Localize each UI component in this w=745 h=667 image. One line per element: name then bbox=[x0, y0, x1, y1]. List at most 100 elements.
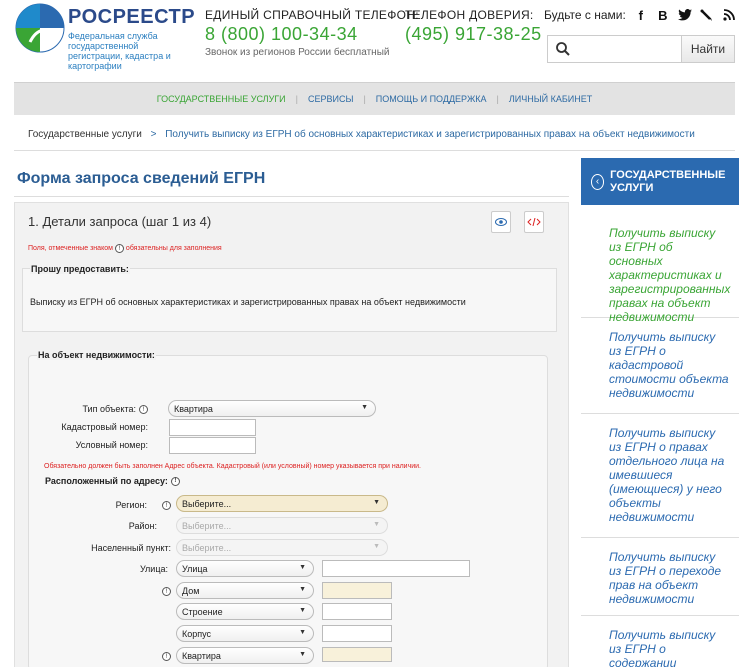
building-type-value: Строение bbox=[182, 606, 223, 617]
corpus-type-value: Корпус bbox=[182, 628, 212, 639]
conditional-number-label: Условный номер: bbox=[75, 440, 148, 450]
address-heading: Расположенный по адресу: ! bbox=[45, 476, 180, 486]
brand: РОСРЕЕСТР Федеральная служба государстве… bbox=[68, 6, 195, 71]
nav-item-public-services[interactable]: ГОСУДАРСТВЕННЫЕ УСЛУГИ bbox=[147, 94, 296, 104]
sidebar-heading[interactable]: ‹ ГОСУДАРСТВЕННЫЕ УСЛУГИ bbox=[581, 158, 739, 205]
chevron-down-icon: ▼ bbox=[299, 564, 306, 571]
sidebar-item-rights-transfer[interactable]: Получить выписку из ЕГРН о переходе прав… bbox=[581, 538, 739, 616]
apartment-number-input[interactable] bbox=[322, 647, 392, 662]
breadcrumb-divider bbox=[14, 150, 735, 151]
building-number-input[interactable] bbox=[322, 603, 392, 620]
chevron-down-icon: ▼ bbox=[299, 607, 306, 614]
apartment-info-icon[interactable]: ! bbox=[162, 652, 171, 661]
chevron-down-icon: ▼ bbox=[373, 543, 380, 550]
helpline-label: ЕДИНЫЙ СПРАВОЧНЫЙ ТЕЛЕФОН: bbox=[205, 8, 419, 22]
brand-subtitle: Федеральная служба государственной регис… bbox=[68, 31, 171, 71]
object-type-info-icon[interactable]: ! bbox=[139, 405, 148, 414]
street-label: Улица: bbox=[139, 564, 168, 574]
request-text: Выписку из ЕГРН об основных характеристи… bbox=[30, 297, 466, 307]
address-info-icon[interactable]: ! bbox=[170, 476, 180, 486]
apartment-type-value: Квартира bbox=[182, 650, 221, 661]
required-note-before: Поля, отмеченные знаком bbox=[28, 245, 113, 252]
xml-document-icon[interactable] bbox=[524, 211, 544, 233]
building-type-select[interactable]: Строение ▼ bbox=[176, 603, 314, 620]
breadcrumb-arrow: > bbox=[150, 129, 157, 140]
street-type-value: Улица bbox=[182, 563, 208, 574]
property-label: На объект недвижимости: bbox=[37, 350, 156, 360]
apartment-type-select[interactable]: Квартира ▼ bbox=[176, 647, 314, 664]
region-select[interactable]: Выберите... ▼ bbox=[176, 495, 388, 512]
breadcrumb-current[interactable]: Получить выписку из ЕГРН об основных хар… bbox=[165, 129, 695, 140]
street-type-select[interactable]: Улица ▼ bbox=[176, 560, 314, 577]
district-value: Выберите... bbox=[182, 520, 232, 531]
request-label: Прошу предоставить: bbox=[30, 264, 130, 274]
chevron-down-icon: ▼ bbox=[299, 629, 306, 636]
info-icon: ! bbox=[114, 244, 124, 253]
chevron-down-icon: ▼ bbox=[361, 404, 368, 411]
nav-item-help[interactable]: ПОМОЩЬ И ПОДДЕРЖКА bbox=[366, 94, 497, 104]
house-number-input[interactable] bbox=[322, 582, 392, 599]
chevron-down-icon: ▼ bbox=[373, 521, 380, 528]
house-type-value: Дом bbox=[182, 585, 200, 596]
search-button[interactable]: Найти bbox=[681, 35, 735, 63]
district-select[interactable]: Выберите... ▼ bbox=[176, 517, 388, 534]
chevron-down-icon: ▼ bbox=[373, 499, 380, 506]
site-search: Найти bbox=[547, 35, 735, 63]
helpline-number[interactable]: 8 (800) 100-34-34 bbox=[205, 24, 419, 45]
preview-document-icon[interactable] bbox=[491, 211, 511, 233]
page-title: Форма запроса сведений ЕГРН bbox=[17, 170, 266, 187]
nav-item-account[interactable]: ЛИЧНЫЙ КАБИНЕТ bbox=[499, 94, 602, 104]
nav-item-services[interactable]: СЕРВИСЫ bbox=[298, 94, 363, 104]
corpus-type-select[interactable]: Корпус ▼ bbox=[176, 625, 314, 642]
social-links: Будьте с нами: f B bbox=[544, 8, 736, 23]
chevron-down-icon: ▼ bbox=[299, 586, 306, 593]
helpline-note: Звонок из регионов России бесплатный bbox=[205, 47, 390, 58]
step-title: 1. Детали запроса (шаг 1 из 4) bbox=[28, 214, 212, 229]
search-field[interactable] bbox=[547, 35, 681, 63]
required-note-after: обязательны для заполнения bbox=[125, 245, 222, 252]
locality-label: Населенный пункт: bbox=[91, 543, 171, 553]
sidebar-item-content[interactable]: Получить выписку из ЕГРН о содержании bbox=[581, 616, 739, 667]
conditional-number-input[interactable] bbox=[169, 437, 256, 454]
social-label: Будьте с нами: bbox=[544, 8, 626, 22]
vkontakte-icon[interactable]: B bbox=[656, 8, 670, 23]
region-info-icon[interactable]: ! bbox=[162, 501, 171, 510]
site-header: РОСРЕЕСТР Федеральная служба государстве… bbox=[0, 0, 745, 80]
locality-value: Выберите... bbox=[182, 542, 232, 553]
facebook-icon[interactable]: f bbox=[634, 8, 648, 23]
sidebar-item-cadastral-value[interactable]: Получить выписку из ЕГРН о кадастровой с… bbox=[581, 318, 739, 414]
required-fields-note: Поля, отмеченные знаком ! обязательны дл… bbox=[28, 244, 222, 253]
street-name-input[interactable] bbox=[322, 560, 470, 577]
title-divider bbox=[14, 196, 569, 197]
brand-name: РОСРЕЕСТР bbox=[68, 6, 196, 28]
main-nav: ГОСУДАРСТВЕННЫЕ УСЛУГИ | СЕРВИСЫ | ПОМОЩ… bbox=[14, 82, 735, 115]
trust-line-number[interactable]: (495) 917-38-25 bbox=[405, 24, 542, 45]
breadcrumb-root[interactable]: Государственные услуги bbox=[28, 129, 142, 140]
search-input[interactable] bbox=[576, 42, 676, 56]
region-value: Выберите... bbox=[182, 498, 232, 509]
rosreestr-logo-icon[interactable] bbox=[14, 2, 66, 54]
house-type-select[interactable]: Дом ▼ bbox=[176, 582, 314, 599]
sidebar-item-person-rights[interactable]: Получить выписку из ЕГРН о правах отдель… bbox=[581, 414, 739, 538]
object-type-select[interactable]: Квартира ▼ bbox=[168, 400, 376, 417]
cadastral-number-input[interactable] bbox=[169, 419, 256, 436]
sidebar-heading-text: ГОСУДАРСТВЕННЫЕ УСЛУГИ bbox=[610, 168, 726, 194]
rss-icon[interactable] bbox=[722, 8, 736, 22]
object-type-value: Квартира bbox=[174, 403, 213, 414]
address-required-note: Обязательно должен быть заполнен Адрес о… bbox=[44, 463, 421, 470]
sidebar-item-egrn-basic[interactable]: Получить выписку из ЕГРН об основных хар… bbox=[581, 214, 739, 324]
corpus-number-input[interactable] bbox=[322, 625, 392, 642]
trust-line-label: ТЕЛЕФОН ДОВЕРИЯ: bbox=[405, 8, 534, 22]
breadcrumb: Государственные услуги > Получить выписк… bbox=[28, 129, 695, 140]
object-type-label: Тип объекта: bbox=[82, 404, 136, 414]
cadastral-number-label: Кадастровый номер: bbox=[61, 422, 148, 432]
house-info-icon[interactable]: ! bbox=[162, 587, 171, 596]
search-icon bbox=[556, 42, 570, 56]
back-arrow-icon[interactable]: ‹ bbox=[591, 173, 605, 190]
livejournal-icon[interactable] bbox=[700, 8, 714, 22]
helpline-block: ЕДИНЫЙ СПРАВОЧНЫЙ ТЕЛЕФОН: 8 (800) 100-3… bbox=[205, 8, 419, 58]
address-heading-text: Расположенный по адресу: bbox=[45, 476, 168, 486]
locality-select[interactable]: Выберите... ▼ bbox=[176, 539, 388, 556]
twitter-icon[interactable] bbox=[677, 8, 692, 22]
district-label: Район: bbox=[128, 521, 157, 531]
